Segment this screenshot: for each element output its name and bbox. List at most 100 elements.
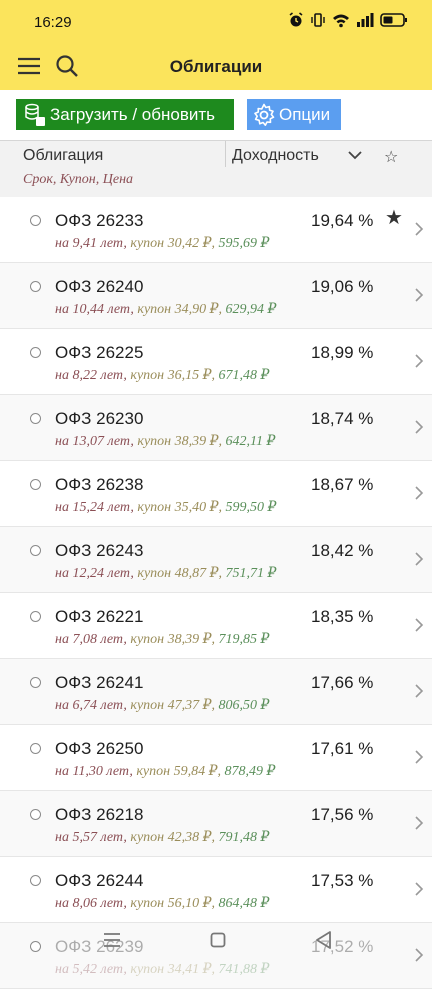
favorites-filter-star-icon[interactable]: ☆	[384, 147, 398, 167]
bond-name: ОФЗ 26250	[55, 739, 144, 758]
options-label: Опции	[279, 104, 331, 124]
bond-row[interactable]: ОФЗ 26243 18,42 % на 12,24 лет, купон 48,8…	[0, 527, 432, 593]
chevron-right-icon[interactable]	[414, 617, 424, 633]
select-radio[interactable]	[30, 743, 41, 754]
chevron-right-icon[interactable]	[414, 815, 424, 831]
bond-row[interactable]: ОФЗ 26221 18,35 % на 7,08 лет, купон 38,39…	[0, 593, 432, 659]
toolbar: Загрузить / обновить Опции	[0, 90, 432, 140]
bond-details: на 5,57 лет, купон 42,38 ₽, 791,48 ₽	[55, 829, 269, 846]
select-radio[interactable]	[30, 677, 41, 688]
bond-term: на 15,24 лет	[55, 500, 131, 515]
bond-term: на 6,74 лет	[55, 698, 124, 713]
bond-price: 751,71 ₽	[225, 566, 277, 581]
bond-coupon: купон 36,15 ₽	[130, 368, 212, 383]
favorite-star-icon[interactable]: ★	[385, 205, 403, 230]
select-radio[interactable]	[30, 479, 41, 490]
bond-separator: ,	[211, 236, 219, 251]
bond-separator: ,	[211, 368, 219, 383]
bond-details: на 15,24 лет, купон 35,40 ₽, 599,50 ₽	[55, 499, 276, 516]
bond-price: 642,11 ₽	[225, 434, 276, 449]
select-radio[interactable]	[30, 347, 41, 358]
system-nav-bar	[0, 918, 432, 965]
recent-apps-icon[interactable]	[101, 929, 123, 951]
chevron-right-icon[interactable]	[414, 287, 424, 303]
chevron-right-icon[interactable]	[414, 419, 424, 435]
bond-row[interactable]: ОФЗ 26238 18,67 % на 15,24 лет, купон 35,4…	[0, 461, 432, 527]
select-radio[interactable]	[30, 413, 41, 424]
bond-yield: 18,99 %	[311, 343, 374, 362]
load-update-button[interactable]: Загрузить / обновить	[16, 99, 234, 130]
bond-name: ОФЗ 26225	[55, 343, 144, 362]
options-button[interactable]: Опции	[247, 99, 341, 130]
chevron-down-icon[interactable]	[347, 148, 363, 162]
bond-yield: 17,61 %	[311, 739, 374, 758]
bond-price: 719,85 ₽	[218, 632, 270, 647]
bond-separator: ,	[218, 302, 226, 317]
bond-yield: 19,06 %	[311, 277, 374, 296]
chevron-right-icon[interactable]	[414, 485, 424, 501]
status-bar: 16:29	[0, 0, 432, 44]
bond-term: на 8,22 лет	[55, 368, 124, 383]
bond-details: на 13,07 лет, купон 38,39 ₽, 642,11 ₽	[55, 433, 275, 450]
bond-price: 595,69 ₽	[218, 236, 270, 251]
status-time: 16:29	[34, 14, 72, 31]
select-radio[interactable]	[30, 875, 41, 886]
select-radio[interactable]	[30, 281, 41, 292]
select-radio[interactable]	[30, 545, 41, 556]
bond-coupon: купон 30,42 ₽	[130, 236, 212, 251]
chevron-right-icon[interactable]	[414, 881, 424, 897]
bond-name: ОФЗ 26230	[55, 409, 144, 428]
bond-term: на 10,44 лет	[55, 302, 131, 317]
bond-details: на 11,30 лет, купон 59,84 ₽, 878,49 ₽	[55, 763, 275, 780]
bond-name: ОФЗ 26233	[55, 211, 144, 230]
bond-details: на 8,22 лет, купон 36,15 ₽, 671,48 ₽	[55, 367, 269, 384]
bond-details: на 8,06 лет, купон 56,10 ₽, 864,48 ₽	[55, 895, 269, 912]
bond-name: ОФЗ 26238	[55, 475, 144, 494]
bond-price: 671,48 ₽	[218, 368, 270, 383]
bond-details: на 12,24 лет, купон 48,87 ₽, 751,71 ₽	[55, 565, 276, 582]
bond-separator: ,	[211, 896, 219, 911]
bond-term: на 12,24 лет	[55, 566, 131, 581]
bond-price: 599,50 ₽	[225, 500, 277, 515]
select-radio[interactable]	[30, 215, 41, 226]
bond-separator: ,	[211, 698, 219, 713]
back-icon[interactable]	[313, 929, 335, 951]
chevron-right-icon[interactable]	[414, 221, 424, 237]
bond-coupon: купон 35,40 ₽	[137, 500, 219, 515]
bond-yield: 17,56 %	[311, 805, 374, 824]
bond-name: ОФЗ 26244	[55, 871, 144, 890]
gear-icon	[249, 99, 279, 130]
database-refresh-icon	[20, 99, 50, 130]
chevron-right-icon[interactable]	[414, 749, 424, 765]
bond-yield: 17,66 %	[311, 673, 374, 692]
bond-details: на 10,44 лет, купон 34,90 ₽, 629,94 ₽	[55, 301, 276, 318]
app-bar: Облигации	[0, 44, 432, 91]
bond-row[interactable]: ОФЗ 26244 17,53 % на 8,06 лет, купон 56,10…	[0, 857, 432, 923]
bond-row[interactable]: ОФЗ 26218 17,56 % на 5,57 лет, купон 42,38…	[0, 791, 432, 857]
bond-details: на 6,74 лет, купон 47,37 ₽, 806,50 ₽	[55, 697, 269, 714]
bond-name: ОФЗ 26243	[55, 541, 144, 560]
bond-separator: ,	[211, 632, 219, 647]
bond-coupon: купон 38,39 ₽	[130, 632, 212, 647]
bond-coupon: купон 34,90 ₽	[137, 302, 219, 317]
column-bond-subtitle: Срок, Купон, Цена	[23, 172, 134, 187]
column-bond[interactable]: Облигация	[23, 147, 103, 165]
chevron-right-icon[interactable]	[414, 353, 424, 369]
bond-row[interactable]: ОФЗ 26230 18,74 % на 13,07 лет, купон 38,3…	[0, 395, 432, 461]
bond-name: ОФЗ 26240	[55, 277, 144, 296]
bond-row[interactable]: ОФЗ 26225 18,99 % на 8,22 лет, купон 36,15…	[0, 329, 432, 395]
bond-row[interactable]: ОФЗ 26250 17,61 % на 11,30 лет, купон 59,8…	[0, 725, 432, 791]
select-radio[interactable]	[30, 611, 41, 622]
chevron-right-icon[interactable]	[414, 683, 424, 699]
home-icon[interactable]	[207, 929, 229, 951]
bond-row[interactable]: ОФЗ 26233 19,64 % на 9,41 лет, купон 30,42…	[0, 197, 432, 263]
column-yield[interactable]: Доходность	[232, 147, 319, 165]
bond-term: на 13,07 лет	[55, 434, 131, 449]
bond-separator: ,	[211, 830, 219, 845]
bond-row[interactable]: ОФЗ 26240 19,06 % на 10,44 лет, купон 34,9…	[0, 263, 432, 329]
bond-row[interactable]: ОФЗ 26241 17,66 % на 6,74 лет, купон 47,37…	[0, 659, 432, 725]
bond-yield: 18,42 %	[311, 541, 374, 560]
select-radio[interactable]	[30, 809, 41, 820]
chevron-right-icon[interactable]	[414, 551, 424, 567]
bond-price: 629,94 ₽	[225, 302, 277, 317]
